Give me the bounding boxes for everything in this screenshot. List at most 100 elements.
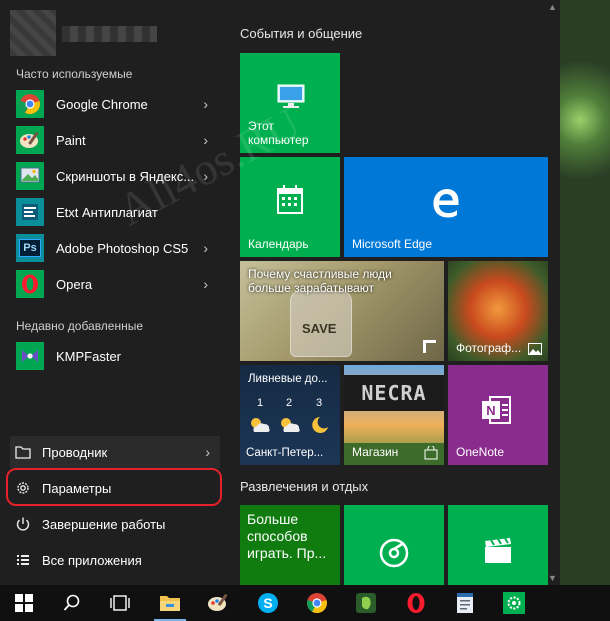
scroll-down-arrow[interactable]: ▼ [548, 573, 557, 583]
app-item-etxt[interactable]: Etxt Антиплагиат [10, 196, 218, 228]
tile-this-pc[interactable]: Этот компьютер [240, 53, 340, 153]
start-left-column: Часто используемые Google Chrome › Paint… [0, 0, 228, 585]
recent-apps-label: Недавно добавленные [16, 319, 144, 333]
document-icon [457, 593, 473, 613]
group-title-games: Развлечения и отдых [240, 479, 369, 494]
taskbar-document-app[interactable] [441, 585, 489, 621]
weather-title: Ливневые до... [248, 373, 328, 385]
start-menu: Часто используемые Google Chrome › Paint… [0, 0, 560, 585]
taskbar-chrome[interactable] [293, 585, 341, 621]
shutdown-item[interactable]: Завершение работы [10, 508, 220, 540]
tile-label: Магазин [352, 445, 399, 459]
cloud-sun-icon [251, 418, 270, 432]
settings-highlight-ring [6, 468, 222, 506]
task-view-icon [110, 595, 130, 611]
edge-icon [433, 189, 459, 218]
gear-icon [503, 592, 525, 614]
group-title-social: События и общение [240, 26, 363, 41]
photoshop-logo-text: Ps [19, 239, 41, 257]
chevron-right-icon[interactable]: › [203, 240, 208, 256]
taskbar-settings[interactable] [490, 585, 538, 621]
chrome-icon [307, 593, 327, 614]
taskbar-file-explorer[interactable] [146, 585, 194, 621]
app-item-kmpfaster[interactable]: KMPFaster [10, 340, 218, 372]
app-item-yandex-screenshots[interactable]: Скриншоты в Яндекс... › [10, 160, 218, 192]
weather-city: Санкт-Петер... [246, 447, 324, 459]
photos-icon [528, 343, 542, 355]
app-label: Adobe Photoshop CS5 [56, 240, 189, 256]
weather-day-3: 3 [316, 397, 323, 409]
tile-news[interactable]: SAVE Почему счастливые люди больше зараб… [240, 261, 444, 361]
app-label: Etxt Антиплагиат [56, 204, 158, 220]
cloud-sun-icon [281, 418, 300, 432]
kmp-icon [16, 342, 44, 370]
app-item-photoshop[interactable]: Ps Adobe Photoshop CS5 › [10, 232, 218, 264]
computer-icon [277, 84, 305, 108]
taskbar-paint[interactable] [194, 585, 242, 621]
app-item-paint[interactable]: Paint › [10, 124, 218, 156]
taskbar-opera[interactable] [392, 585, 440, 621]
file-explorer-item[interactable]: Проводник › [10, 436, 220, 468]
file-explorer-label: Проводник [42, 444, 108, 460]
store-bag-icon [424, 446, 438, 460]
tile-label: Календарь [248, 237, 309, 251]
tile-xbox-text: Больше способов играть. Пр... [247, 511, 327, 561]
task-view-button[interactable] [96, 585, 144, 621]
scroll-up-arrow[interactable]: ▲ [548, 2, 557, 12]
tile-label: Microsoft Edge [352, 237, 433, 251]
news-icon [423, 340, 436, 353]
film-clapper-icon [485, 537, 511, 563]
tile-label: Этот компьютер [248, 119, 309, 147]
screenshot-icon [16, 162, 44, 190]
photoshop-icon: Ps [16, 234, 44, 262]
app-label: KMPFaster [56, 348, 122, 364]
shutdown-label: Завершение работы [42, 516, 166, 532]
opera-icon [16, 270, 44, 298]
chevron-right-icon[interactable]: › [203, 168, 208, 184]
search-button[interactable] [48, 585, 96, 621]
taskbar-evernote[interactable] [342, 585, 390, 621]
all-apps-item[interactable]: Все приложения [10, 544, 220, 576]
calendar-icon [277, 185, 303, 214]
search-icon [63, 594, 80, 611]
all-apps-label: Все приложения [42, 552, 142, 568]
user-name-blurred [62, 26, 157, 42]
chevron-right-icon[interactable]: › [203, 276, 208, 292]
app-label: Скриншоты в Яндекс... [56, 168, 195, 184]
tile-groove-music[interactable] [344, 505, 444, 585]
tile-microsoft-edge[interactable]: Microsoft Edge [344, 157, 548, 257]
taskbar: S [0, 585, 610, 621]
chrome-icon [16, 90, 44, 118]
user-avatar[interactable] [10, 10, 56, 56]
opera-icon [407, 593, 425, 613]
tile-movies[interactable] [448, 505, 548, 585]
tile-store[interactable]: NECRA Магазин [344, 365, 444, 465]
paint-icon [16, 126, 44, 154]
tile-calendar[interactable]: Календарь [240, 157, 340, 257]
tile-news-headline: Почему счастливые люди больше зарабатыва… [248, 267, 392, 295]
minecraft-banner: NECRA [344, 375, 444, 411]
skype-icon: S [258, 593, 278, 613]
start-button[interactable] [0, 585, 48, 621]
chevron-right-icon[interactable]: › [203, 132, 208, 148]
weather-day-1: 1 [257, 397, 264, 409]
app-label: Paint [56, 132, 86, 148]
app-item-opera[interactable]: Opera › [10, 268, 218, 300]
tile-label: Фотограф... [456, 341, 522, 355]
tile-xbox[interactable]: Больше способов играть. Пр... [240, 505, 340, 585]
tile-photos[interactable]: Фотограф... [448, 261, 548, 361]
frequent-apps-label: Часто используемые [16, 67, 133, 81]
power-icon [14, 515, 32, 533]
tile-weather[interactable]: Ливневые до... 1 2 3 Санкт-Петер... [240, 365, 340, 465]
app-item-chrome[interactable]: Google Chrome › [10, 88, 218, 120]
chevron-right-icon[interactable]: › [203, 96, 208, 112]
app-label: Opera [56, 276, 93, 292]
all-apps-icon [14, 551, 32, 569]
tile-onenote[interactable]: N OneNote [448, 365, 548, 465]
evernote-icon [356, 593, 376, 613]
taskbar-skype[interactable]: S [244, 585, 292, 621]
news-jar-text: SAVE [302, 321, 337, 336]
folder-icon [14, 443, 32, 461]
tiles-scrollbar[interactable]: ▲ ▼ [548, 0, 557, 585]
chevron-right-icon[interactable]: › [205, 444, 210, 460]
